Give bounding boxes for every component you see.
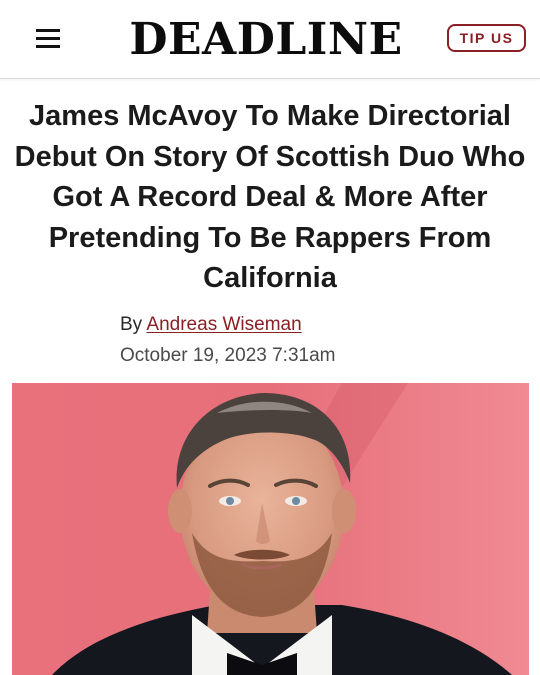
site-header: DEADLINE TIP US [0,0,540,79]
headshot-photo [12,383,529,675]
author-link[interactable]: Andreas Wiseman [146,314,301,335]
hero-image[interactable] [12,383,529,675]
tip-us-button[interactable]: TIP US [447,24,526,52]
hamburger-menu-icon[interactable] [36,29,60,49]
article-headline: James McAvoy To Make Directorial Debut O… [14,100,526,294]
menu-bar [36,37,60,40]
menu-bar [36,29,60,32]
byline-prefix: By [120,314,143,335]
site-logo[interactable]: DEADLINE [113,12,419,68]
menu-bar [36,45,60,48]
publish-date: October 19, 2023 7:31am [120,345,336,366]
byline: By Andreas Wiseman [120,313,302,337]
